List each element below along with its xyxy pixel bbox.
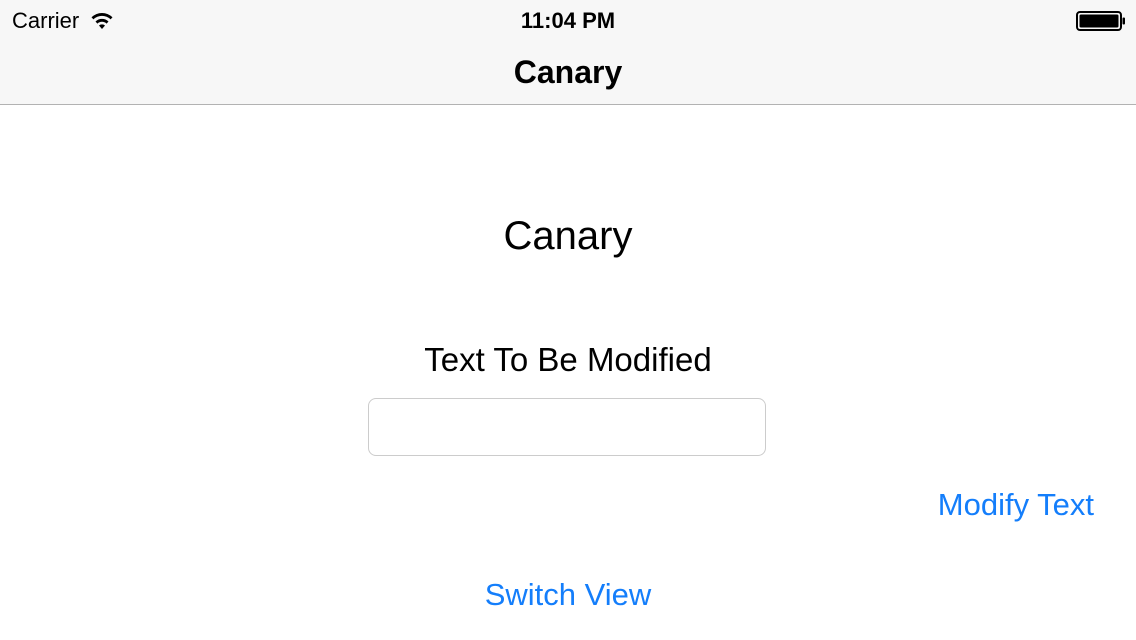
status-time: 11:04 PM: [520, 8, 616, 33]
status-and-nav-bar: Carrier 11:04 PM Canary: [0, 0, 1136, 105]
page-title: Canary: [503, 214, 633, 258]
nav-title: Canary: [513, 54, 623, 90]
modify-text-button[interactable]: Modify Text: [938, 486, 1094, 524]
switch-view-button[interactable]: Switch View: [0, 576, 1136, 614]
screen: Carrier 11:04 PM Canary Canary Text To B…: [0, 0, 1136, 640]
text-to-modify-input[interactable]: [368, 398, 766, 456]
text-field-label: Text To Be Modified: [424, 341, 712, 378]
battery-icon: [1076, 11, 1125, 31]
